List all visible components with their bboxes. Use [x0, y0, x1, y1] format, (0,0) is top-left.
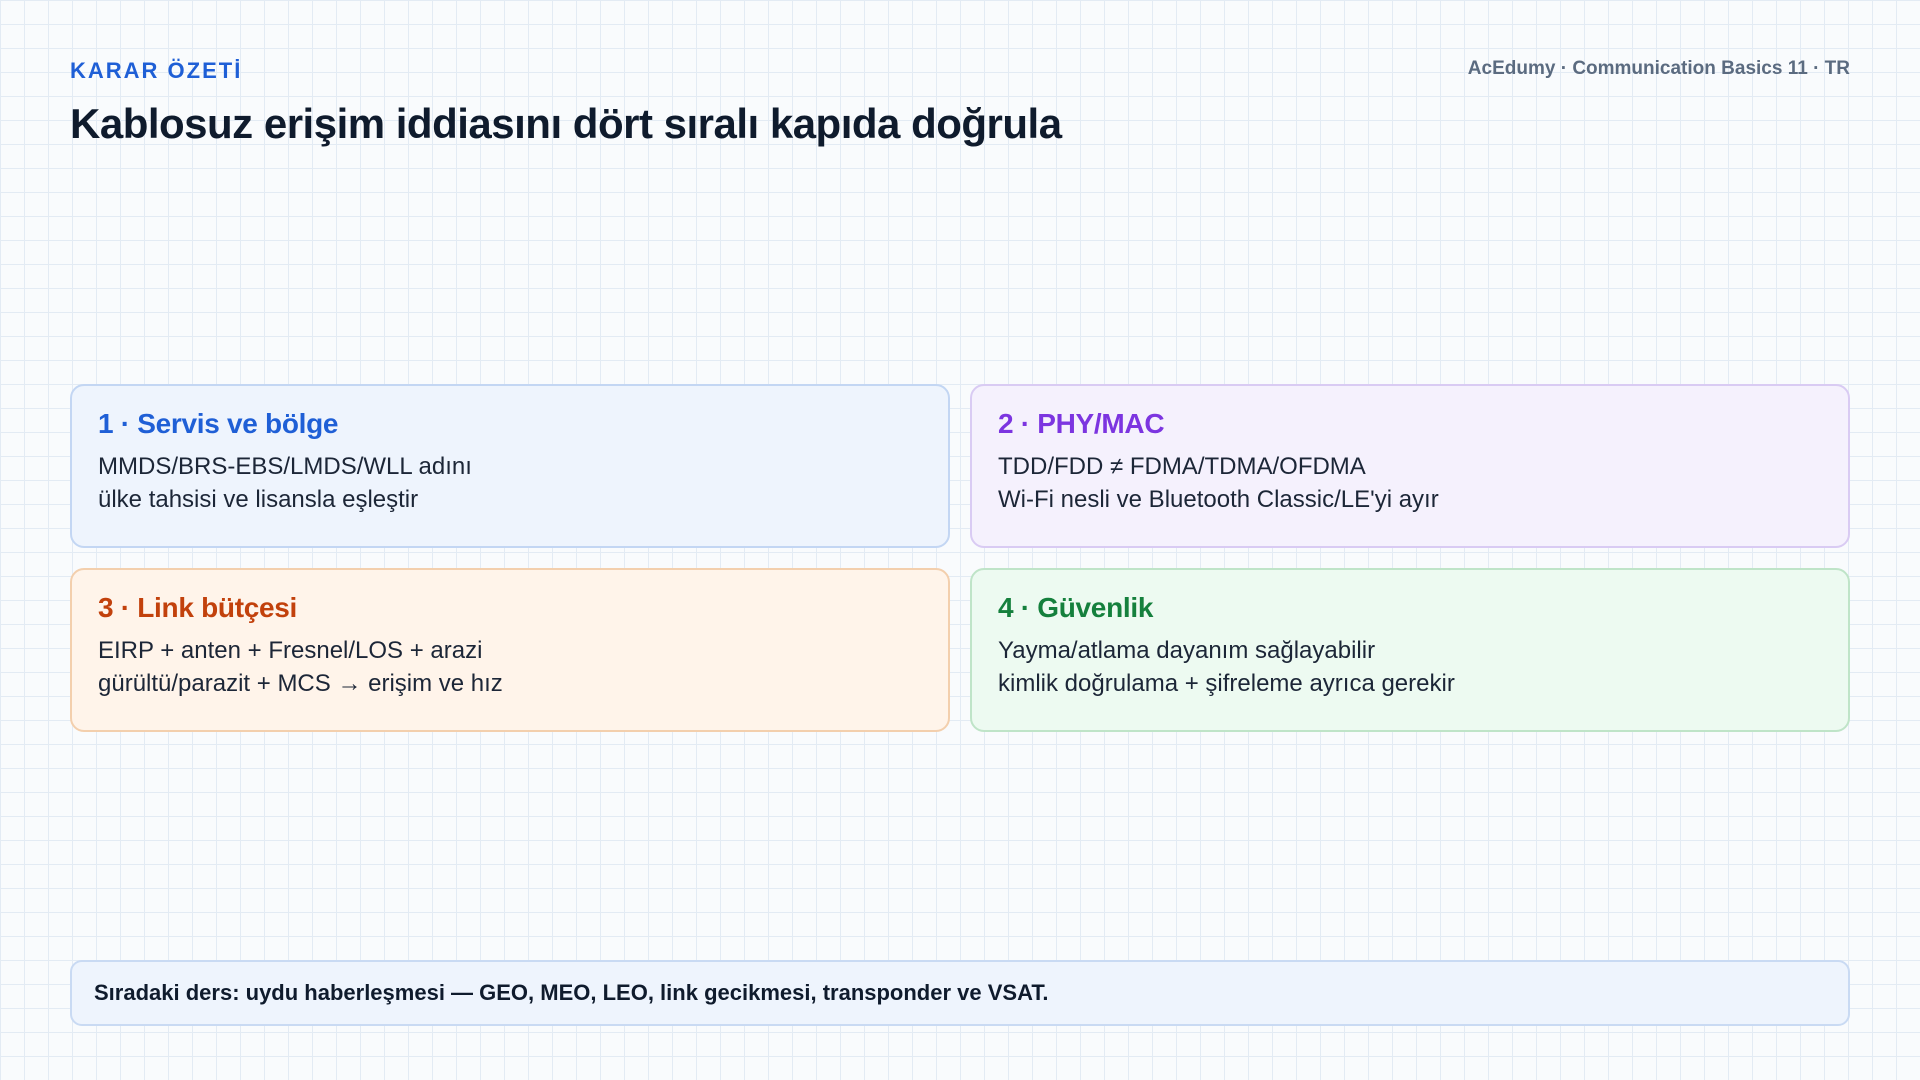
- gate-card-link-budget: 3 · Link bütçesi EIRP + anten + Fresnel/…: [70, 568, 950, 732]
- gate-card-service-region: 1 · Servis ve bölge MMDS/BRS-EBS/LMDS/WL…: [70, 384, 950, 548]
- page-title: Kablosuz erişim iddiasını dört sıralı ka…: [70, 100, 1062, 147]
- course-brand: AcEdumy · Communication Basics 11 · TR: [1467, 58, 1850, 79]
- gate-card-security: 4 · Güvenlik Yayma/atlama dayanım sağlay…: [970, 568, 1850, 732]
- gate-card-line: ülke tahsisi ve lisansla eşleştir: [98, 486, 419, 513]
- next-lesson-banner: Sıradaki ders: uydu haberleşmesi — GEO, …: [70, 960, 1850, 1026]
- gate-cards: 1 · Servis ve bölge MMDS/BRS-EBS/LMDS/WL…: [70, 384, 1850, 732]
- gate-card-title: 4 · Güvenlik: [998, 592, 1154, 623]
- gate-card-line: kimlik doğrulama + şifreleme ayrıca gere…: [998, 670, 1455, 697]
- gate-card-title: 1 · Servis ve bölge: [98, 408, 339, 439]
- gate-card-phy-mac: 2 · PHY/MAC TDD/FDD ≠ FDMA/TDMA/OFDMA Wi…: [970, 384, 1850, 548]
- gate-card-line: EIRP + anten + Fresnel/LOS + arazi: [98, 637, 483, 664]
- gate-card-line: Yayma/atlama dayanım sağlayabilir: [998, 637, 1376, 664]
- gate-card-line: Wi-Fi nesli ve Bluetooth Classic/LE'yi a…: [998, 486, 1439, 513]
- next-lesson-text: Sıradaki ders: uydu haberleşmesi — GEO, …: [94, 980, 1049, 1005]
- gate-card-line: MMDS/BRS-EBS/LMDS/WLL adını: [98, 453, 472, 480]
- gate-card-title: 3 · Link bütçesi: [98, 592, 298, 623]
- gate-card-line: gürültü/parazit + MCS → erişim ve hız: [98, 670, 503, 697]
- section-eyebrow: KARAR ÖZETİ: [70, 58, 243, 83]
- gate-card-line: TDD/FDD ≠ FDMA/TDMA/OFDMA: [998, 453, 1366, 480]
- gate-card-title: 2 · PHY/MAC: [998, 408, 1165, 439]
